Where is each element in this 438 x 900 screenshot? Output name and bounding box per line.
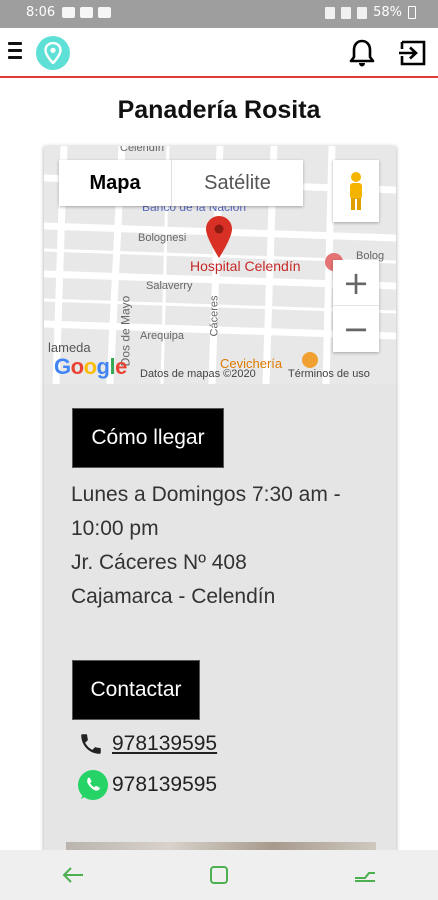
directions-button[interactable]: Cómo llegar <box>72 408 224 468</box>
map-type-control: Mapa Satélite <box>59 160 303 206</box>
mail-notification-icon <box>80 7 93 18</box>
contact-button[interactable]: Contactar <box>72 660 200 720</box>
message-notification-icon <box>98 7 111 18</box>
status-time: 8:06 <box>26 5 56 20</box>
home-square-icon[interactable] <box>199 855 239 895</box>
map-label-bolognesi: Bolognesi <box>138 232 187 244</box>
logout-icon[interactable] <box>398 38 428 68</box>
map-label-alameda: lameda <box>48 340 91 355</box>
system-indicators: 58% <box>325 5 416 20</box>
status-bar: 8:06 58% <box>0 0 438 28</box>
page-title: Panadería Rosita <box>117 96 321 124</box>
back-arrow-icon[interactable] <box>53 855 93 895</box>
app-header <box>0 28 438 78</box>
battery-icon <box>408 6 416 19</box>
bell-icon[interactable] <box>348 38 376 68</box>
map-label-salaverry: Salaverry <box>146 280 193 292</box>
map-label-caceres: Cáceres <box>208 295 221 337</box>
signal-icon <box>357 6 368 19</box>
phone-row[interactable]: 978139595 <box>78 731 217 757</box>
address-line-2: Cajamarca - Celendín <box>71 585 276 608</box>
business-card: Celendín Banco de la Nación Bolognesi Ho… <box>44 146 396 856</box>
map-data-credit: Datos de mapas ©2020 <box>140 368 256 380</box>
map-label-arequipa: Arequipa <box>140 330 185 342</box>
pegman-icon[interactable] <box>333 160 379 222</box>
location-pin-icon[interactable] <box>36 36 70 70</box>
zoom-out-button[interactable]: − <box>333 306 379 352</box>
phone-number-link[interactable]: 978139595 <box>112 732 217 756</box>
address-line-1: Jr. Cáceres Nº 408 <box>71 551 247 574</box>
mute-icon <box>325 6 336 19</box>
map-view[interactable]: Celendín Banco de la Nación Bolognesi Ho… <box>44 146 396 384</box>
zoom-in-button[interactable]: + <box>333 260 379 306</box>
notification-icons <box>62 7 111 18</box>
menu-icon[interactable] <box>8 42 22 59</box>
phone-icon <box>81 734 101 754</box>
whatsapp-row[interactable]: 978139595 <box>76 768 217 802</box>
data-icon <box>341 6 352 19</box>
recents-icon[interactable] <box>345 855 385 895</box>
map-terms-link[interactable]: Términos de uso <box>288 368 370 380</box>
map-label-top-street: Celendín <box>120 146 165 154</box>
image-notification-icon <box>62 7 75 18</box>
zoom-control: + − <box>333 260 379 352</box>
map-type-mapa-button[interactable]: Mapa <box>59 160 171 206</box>
map-type-satellite-button[interactable]: Satélite <box>171 160 303 206</box>
business-info: Lunes a Domingos 7:30 am - 10:00 pm Jr. … <box>71 478 381 614</box>
battery-percent: 58% <box>373 5 402 20</box>
map-label-hospital: Hospital Celendín <box>190 258 301 274</box>
whatsapp-number[interactable]: 978139595 <box>112 773 217 797</box>
whatsapp-icon <box>78 770 108 800</box>
business-hours: Lunes a Domingos 7:30 am - 10:00 pm <box>71 483 341 540</box>
google-logo: Google <box>54 354 127 379</box>
system-navigation-bar <box>0 850 438 900</box>
